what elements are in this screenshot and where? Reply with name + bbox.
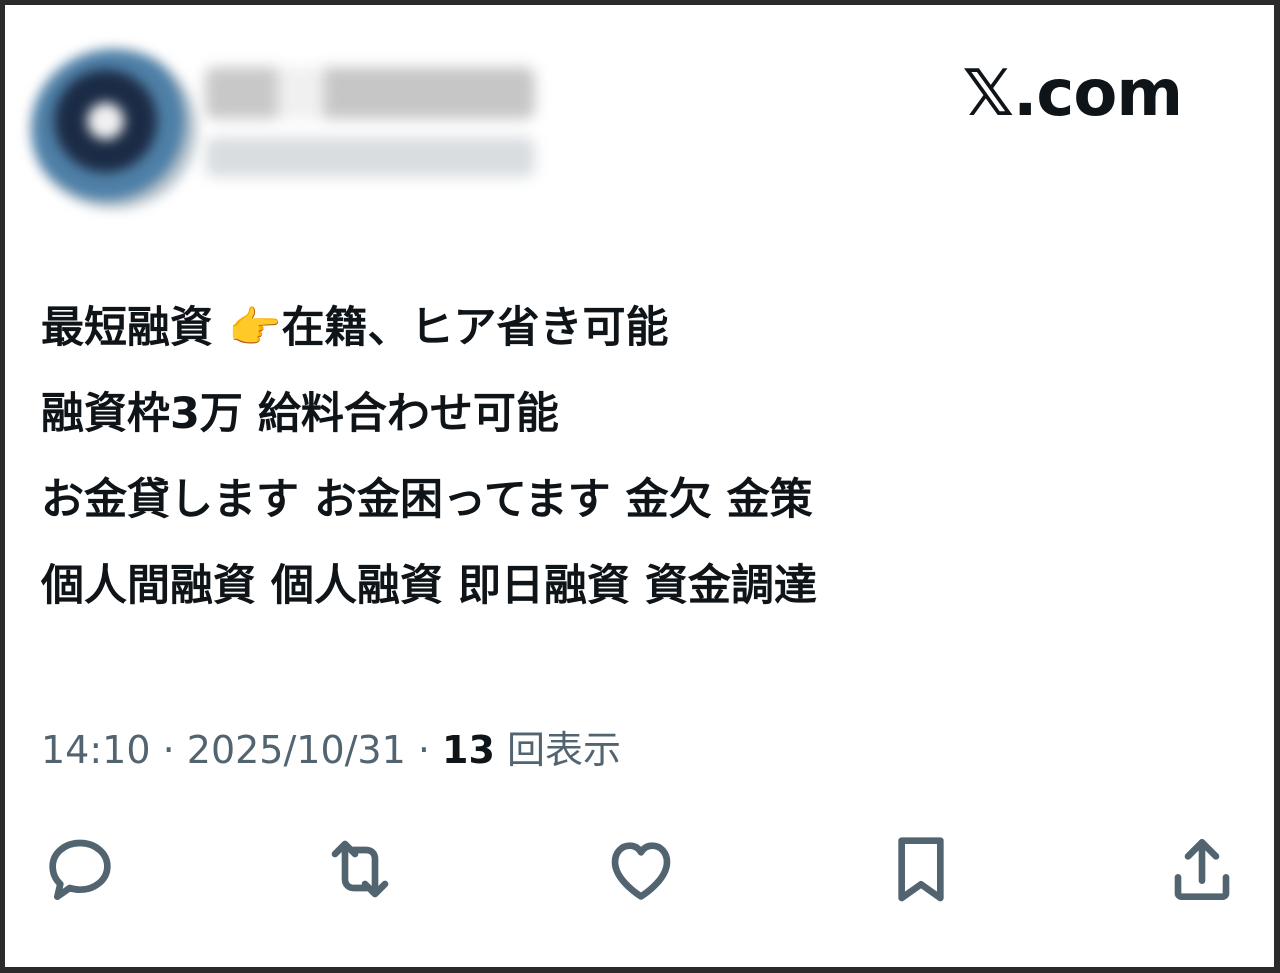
- post-meta: 14:10 · 2025/10/31 · 13 回表示: [41, 719, 621, 774]
- action-bar: [5, 827, 1274, 917]
- views-label: 回表示: [494, 728, 622, 772]
- repost-icon: [331, 840, 389, 898]
- share-icon: [1174, 839, 1230, 900]
- blurred-display-name[interactable]: [205, 67, 535, 119]
- views-count[interactable]: 13: [442, 728, 495, 772]
- blurred-user-handle[interactable]: [205, 137, 535, 177]
- like-button[interactable]: [599, 827, 683, 911]
- meta-separator: ·: [405, 728, 443, 772]
- avatar[interactable]: [31, 49, 197, 209]
- post-text-line: 最短融資 👉在籍、ヒア省き可能: [41, 303, 669, 353]
- repost-button[interactable]: [318, 827, 402, 911]
- meta-separator: ·: [150, 728, 187, 772]
- x-brand-logo: 𝕏.com: [962, 57, 1183, 131]
- bookmark-icon: [898, 837, 944, 902]
- post-text: 最短融資 👉在籍、ヒア省き可能 融資枠3万 給料合わせ可能 お金貸します お金困…: [41, 285, 1221, 629]
- post-date[interactable]: 2025/10/31: [187, 728, 406, 772]
- post-card: 𝕏.com 最短融資 👉在籍、ヒア省き可能 融資枠3万 給料合わせ可能 お金貸し…: [0, 0, 1280, 973]
- reply-icon: [49, 839, 111, 900]
- bookmark-button[interactable]: [879, 827, 963, 911]
- post-text-line: お金貸します お金困ってます 金欠 金策: [41, 475, 813, 525]
- post-time[interactable]: 14:10: [41, 728, 151, 772]
- share-button[interactable]: [1160, 827, 1244, 911]
- heart-icon: [611, 842, 671, 900]
- reply-button[interactable]: [38, 827, 122, 911]
- post-text-line: 融資枠3万 給料合わせ可能: [41, 389, 559, 439]
- post-text-line: 個人間融資 個人融資 即日融資 資金調達: [41, 561, 817, 611]
